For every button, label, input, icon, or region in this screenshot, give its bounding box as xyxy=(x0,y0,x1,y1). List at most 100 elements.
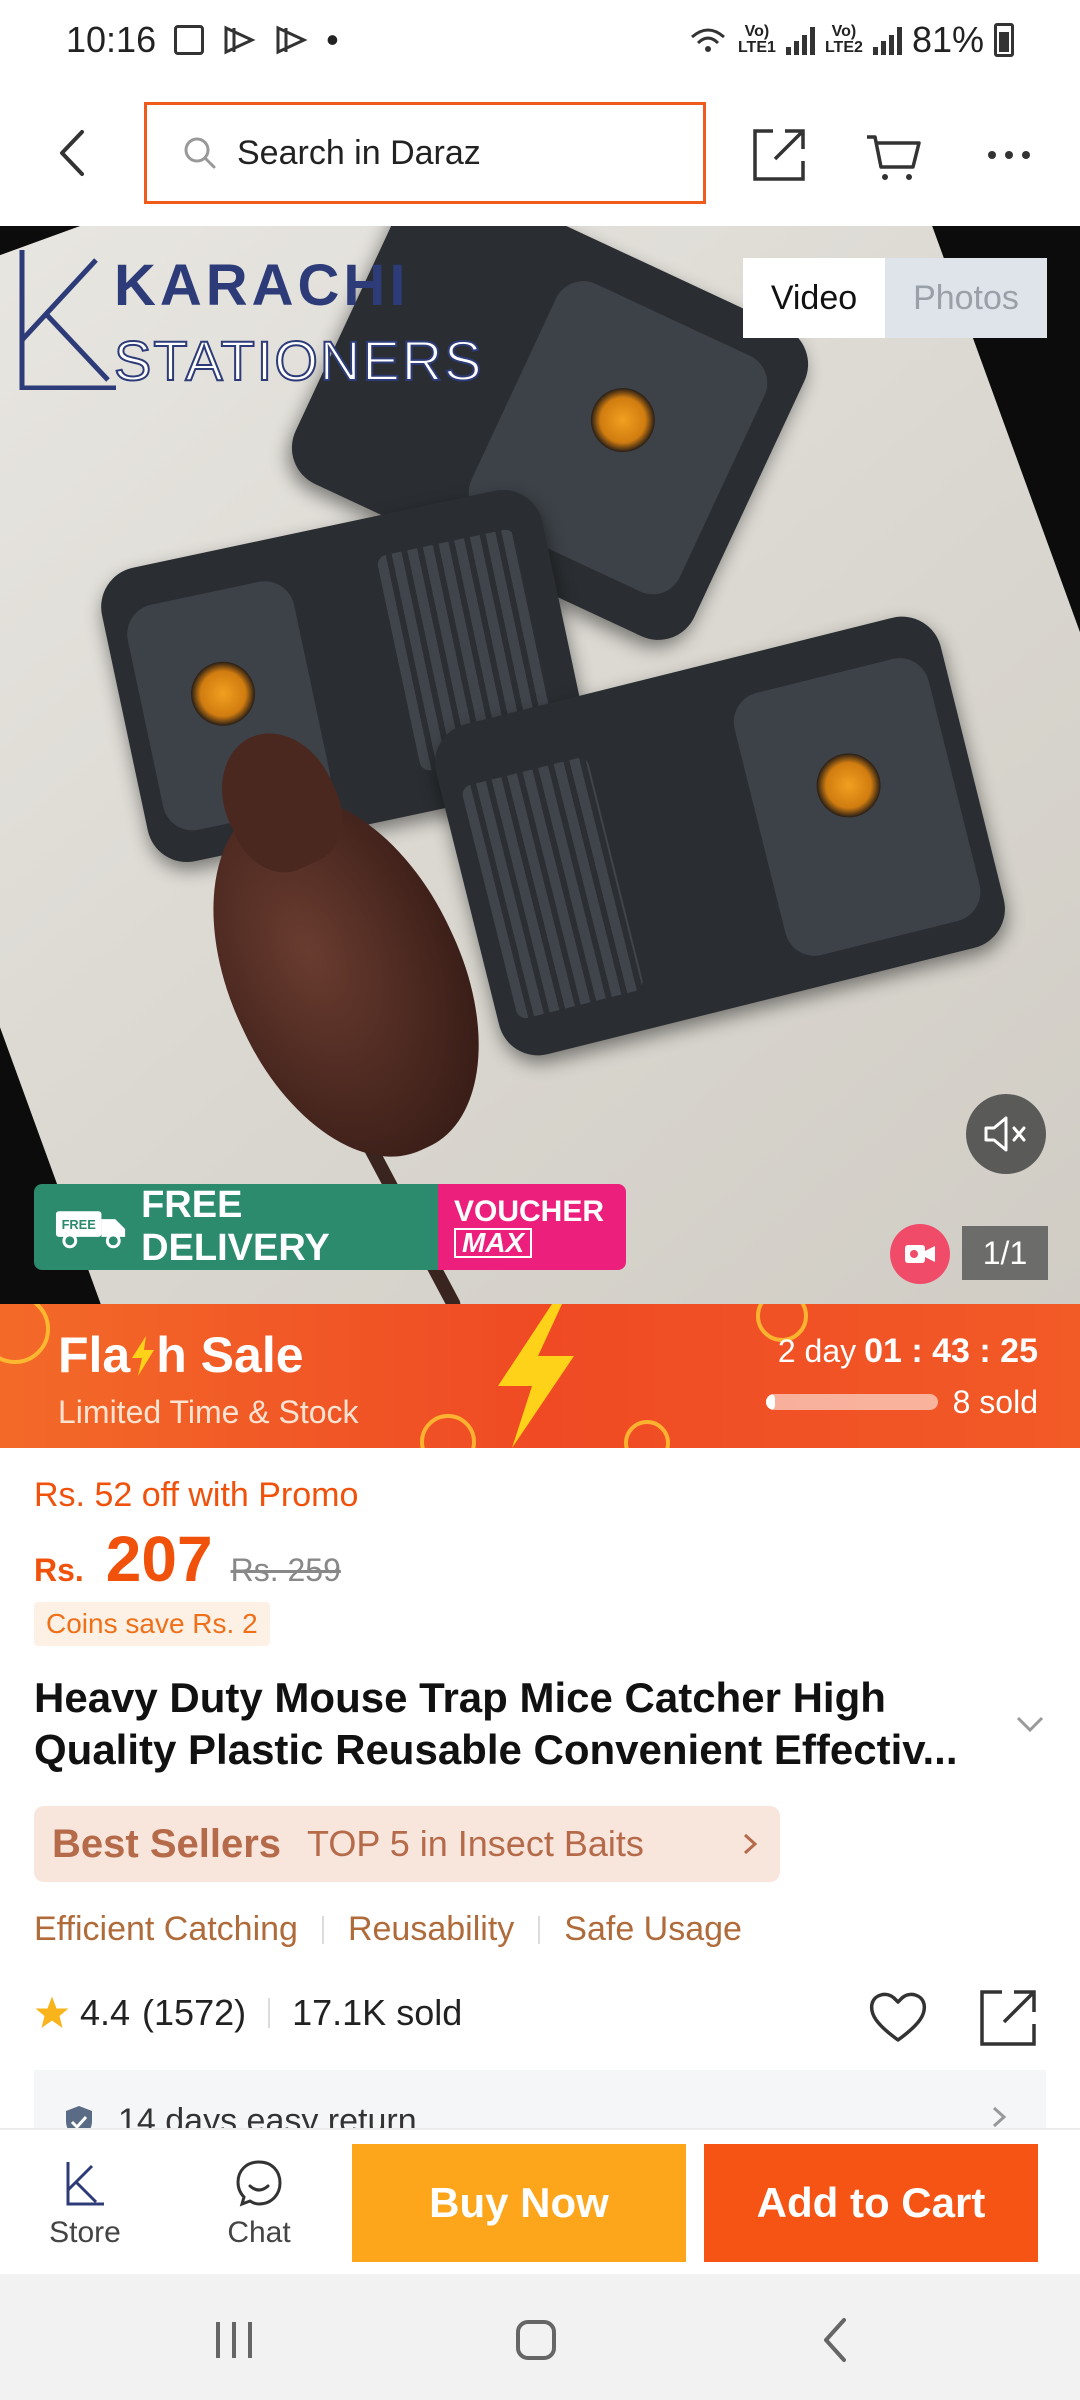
store-button[interactable]: Store xyxy=(10,2144,160,2264)
feature-tag: Safe Usage xyxy=(564,1910,742,1948)
tab-photos[interactable]: Photos xyxy=(885,258,1047,338)
chat-button[interactable]: Chat xyxy=(184,2144,334,2264)
play-notification-icon xyxy=(224,25,256,55)
sim2-label: Vo) LTE2 xyxy=(824,23,863,56)
video-camera-icon xyxy=(905,1245,935,1263)
recent-apps-button[interactable] xyxy=(204,2310,264,2370)
store-label: Store xyxy=(49,2216,121,2249)
rating-row[interactable]: 4.4 (1572) 17.1K sold xyxy=(34,1992,462,2034)
title-expand-chevron-icon[interactable] xyxy=(1012,1706,1048,1742)
top-header: Search in Daraz xyxy=(0,80,1080,225)
chat-icon xyxy=(236,2160,282,2207)
return-policy-row[interactable]: 14 days easy return xyxy=(34,2070,1046,2130)
share-button[interactable] xyxy=(744,120,814,190)
more-icon xyxy=(988,151,1030,159)
cart-icon xyxy=(867,135,921,180)
review-count: (1572) xyxy=(142,1992,247,2033)
system-back-button[interactable] xyxy=(808,2310,868,2370)
flash-sold-progress xyxy=(766,1394,938,1410)
heart-icon xyxy=(869,1992,927,2042)
notification-dot: • xyxy=(326,19,339,60)
shield-check-icon xyxy=(66,2105,92,2130)
free-badge-text: FREE xyxy=(62,1217,97,1232)
add-to-cart-button[interactable]: Add to Cart xyxy=(704,2144,1038,2262)
search-icon xyxy=(184,137,216,169)
flash-sale-subtitle: Limited Time & Stock xyxy=(58,1394,359,1430)
voucher-text: VOUCHER xyxy=(454,1195,605,1228)
brand-k-logo-icon xyxy=(19,250,116,390)
signal-2-icon xyxy=(872,25,902,55)
return-policy-text: 14 days easy return xyxy=(118,2102,417,2130)
best-sellers-rank-text: TOP 5 in Insect Baits xyxy=(307,1823,644,1864)
feature-tags: Efficient Catching Reusability Safe Usag… xyxy=(34,1910,742,1949)
battery-percent: 81% xyxy=(911,19,984,60)
buy-now-button[interactable]: Buy Now xyxy=(352,2144,686,2262)
flash-title-part1: Fla xyxy=(58,1327,131,1383)
brand-logo-top: KARACHI xyxy=(114,253,410,318)
product-title: Heavy Duty Mouse Trap Mice Catcher High … xyxy=(34,1674,958,1773)
voucher-max-badge: VOUCHER MAX xyxy=(438,1184,626,1270)
divider xyxy=(268,1998,271,2028)
status-left: 10:16 • xyxy=(66,19,339,61)
bottom-action-bar: Store Chat Buy Now Add to Cart xyxy=(0,2128,1080,2274)
signal-1-icon xyxy=(785,25,815,55)
sold-count: 17.1K sold xyxy=(292,1992,463,2033)
wishlist-button[interactable] xyxy=(866,1986,930,2050)
status-right: Vo) LTE1 Vo) LTE2 81% xyxy=(688,19,1014,61)
mute-button[interactable] xyxy=(966,1094,1046,1174)
lightning-bolt-icon xyxy=(498,1304,574,1448)
wifi-icon xyxy=(690,28,725,52)
system-back-icon xyxy=(824,2318,846,2362)
share-product-button[interactable] xyxy=(976,1986,1040,2050)
decor-alarm-icon xyxy=(420,1414,476,1448)
price-value: 207 xyxy=(105,1523,213,1595)
free-delivery-text: FREE DELIVERY xyxy=(141,1184,330,1269)
flash-bolt-letter-icon xyxy=(132,1336,155,1376)
more-options-button[interactable] xyxy=(974,120,1044,190)
back-button[interactable] xyxy=(48,128,98,178)
status-bar: 10:16 • Vo) LTE1 Vo) LTE2 81% xyxy=(0,0,1080,80)
star-icon xyxy=(35,1996,69,2028)
best-sellers-ranking[interactable]: Best Sellers TOP 5 in Insect Baits xyxy=(34,1806,780,1882)
rating-value: 4.4 xyxy=(80,1992,131,2033)
flash-sale-banner[interactable]: Fla h Sale Limited Time & Stock 2 day 01 … xyxy=(0,1304,1080,1448)
coins-save-badge: Coins save Rs. 2 xyxy=(34,1602,270,1646)
home-icon xyxy=(516,2320,556,2360)
delivery-voucher-banner: FREE FREE DELIVERY VOUCHER MAX xyxy=(34,1184,626,1270)
chevron-right-icon xyxy=(743,1833,758,1855)
decor-alarm-icon xyxy=(624,1420,670,1448)
cart-button[interactable] xyxy=(858,120,928,190)
product-media-viewer[interactable]: KARACHI STATIONERS Video Photos FREE FRE… xyxy=(0,226,1080,1304)
chevron-right-icon xyxy=(992,2106,1007,2128)
search-placeholder: Search in Daraz xyxy=(237,133,481,172)
gallery-notification-icon xyxy=(174,25,205,55)
price-currency: Rs. xyxy=(34,1552,84,1588)
timer-days: 2 day xyxy=(777,1333,857,1369)
flash-sale-timer: 2 day 01 : 43 : 25 xyxy=(778,1332,1038,1371)
home-button[interactable] xyxy=(506,2310,566,2370)
play-notification-icon-2 xyxy=(276,25,308,55)
price-row: Rs. 207 Rs. 259 xyxy=(34,1522,341,1596)
feature-tag: Reusability xyxy=(347,1910,515,1948)
voucher-max-text: MAX xyxy=(454,1228,533,1258)
divider xyxy=(538,1915,541,1944)
share-icon xyxy=(753,129,805,181)
status-time: 10:16 xyxy=(66,19,157,60)
search-input[interactable]: Search in Daraz xyxy=(144,102,706,204)
brand-logo-bottom: STATIONERS xyxy=(113,328,484,393)
media-type-toggle: Video Photos xyxy=(743,258,1047,338)
media-counter: 1/1 xyxy=(962,1226,1048,1280)
recent-apps-icon xyxy=(216,2322,252,2358)
tab-video[interactable]: Video xyxy=(743,258,885,338)
delivery-truck-icon: FREE xyxy=(55,1211,126,1249)
share-icon xyxy=(980,1990,1036,2046)
battery-icon xyxy=(994,23,1014,57)
flash-sold-progress-fill xyxy=(766,1394,775,1410)
divider xyxy=(321,1915,324,1944)
flash-sale-title: Fla h Sale xyxy=(58,1326,304,1384)
back-icon xyxy=(60,130,84,176)
feature-tag: Efficient Catching xyxy=(34,1910,298,1948)
promo-discount-text[interactable]: Rs. 52 off with Promo xyxy=(34,1476,358,1515)
video-indicator xyxy=(890,1224,950,1284)
timer-clock: 01 : 43 : 25 xyxy=(864,1332,1038,1370)
